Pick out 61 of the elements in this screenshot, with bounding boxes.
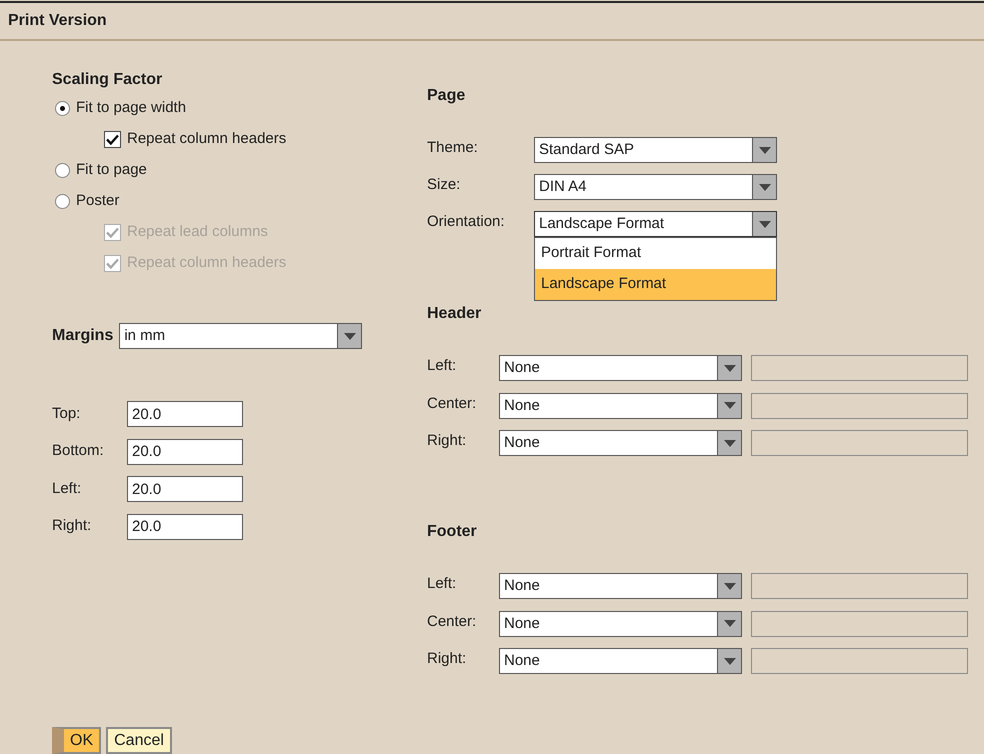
text-field[interactable]: [751, 648, 968, 674]
field-label: Theme:: [427, 138, 479, 158]
margins-label: Margins: [52, 326, 114, 346]
dropdown-arrow-icon: [758, 220, 770, 228]
radio-label[interactable]: Poster: [76, 190, 120, 213]
field-label: Left:: [427, 356, 458, 376]
dropdown[interactable]: None: [499, 610, 742, 636]
dropdown-arrow-icon: [724, 658, 736, 664]
text-field[interactable]: [751, 573, 968, 599]
dropdown[interactable]: DIN A4: [534, 174, 777, 200]
input-field[interactable]: 20.0: [127, 514, 243, 540]
input-field[interactable]: 20.0: [127, 476, 243, 502]
dropdown[interactable]: Standard SAP: [534, 137, 777, 163]
cancel-button[interactable]: Cancel: [106, 727, 172, 754]
radio-button[interactable]: [55, 101, 70, 116]
section-heading: Page: [427, 86, 466, 106]
radio-label[interactable]: Fit to page: [76, 159, 147, 182]
radio-button[interactable]: [55, 163, 70, 178]
dropdown-arrow-icon: [758, 184, 770, 190]
text-field[interactable]: [751, 392, 968, 418]
field-label: Size:: [427, 175, 462, 195]
dropdown[interactable]: in mm: [119, 323, 362, 349]
field-label: Top:: [52, 404, 82, 424]
dropdown-arrow-icon: [724, 402, 736, 409]
radio-button[interactable]: [55, 194, 70, 209]
field-label: Right:: [427, 649, 468, 669]
text-field[interactable]: [751, 610, 968, 636]
dropdown-option[interactable]: Landscape Format: [535, 269, 776, 300]
input-field[interactable]: 20.0: [127, 438, 243, 464]
checkbox[interactable]: [104, 131, 121, 148]
dropdown[interactable]: None: [499, 430, 742, 456]
dropdown[interactable]: None: [499, 392, 742, 418]
field-label: Left:: [52, 478, 82, 499]
dropdown-arrow-icon: [344, 332, 356, 340]
dropdown-arrow-icon: [724, 582, 736, 590]
radio-label[interactable]: Fit to page width: [76, 97, 186, 120]
ok-button[interactable]: OK: [52, 727, 102, 754]
text-field[interactable]: [751, 355, 968, 381]
dropdown-arrow-icon: [758, 146, 770, 154]
dropdown[interactable]: None: [499, 355, 742, 381]
field-label: Left:: [427, 574, 458, 594]
field-label: Center:: [427, 612, 478, 632]
window-title: Print Version: [8, 12, 107, 29]
field-label: Center:: [427, 394, 478, 414]
dropdown[interactable]: None: [499, 573, 742, 599]
dropdown-arrow-icon: [724, 364, 736, 372]
section-heading: Header: [427, 304, 482, 324]
field-label: Right:: [427, 431, 468, 451]
field-label: Bottom:: [52, 441, 105, 462]
dropdown-arrow-icon: [724, 440, 736, 446]
dropdown-option[interactable]: Portrait Format: [535, 238, 776, 269]
section-heading: Footer: [427, 522, 477, 542]
dropdown[interactable]: None: [499, 648, 742, 674]
dropdown[interactable]: Landscape Format: [534, 211, 777, 237]
checkbox-label[interactable]: Repeat column headers: [127, 128, 286, 151]
input-field[interactable]: 20.0: [127, 401, 243, 427]
section-heading: Scaling Factor: [52, 70, 162, 90]
field-label: Orientation:: [427, 212, 506, 232]
text-field[interactable]: [751, 430, 968, 456]
dropdown-arrow-icon: [724, 620, 736, 627]
field-label: Right:: [52, 516, 92, 536]
